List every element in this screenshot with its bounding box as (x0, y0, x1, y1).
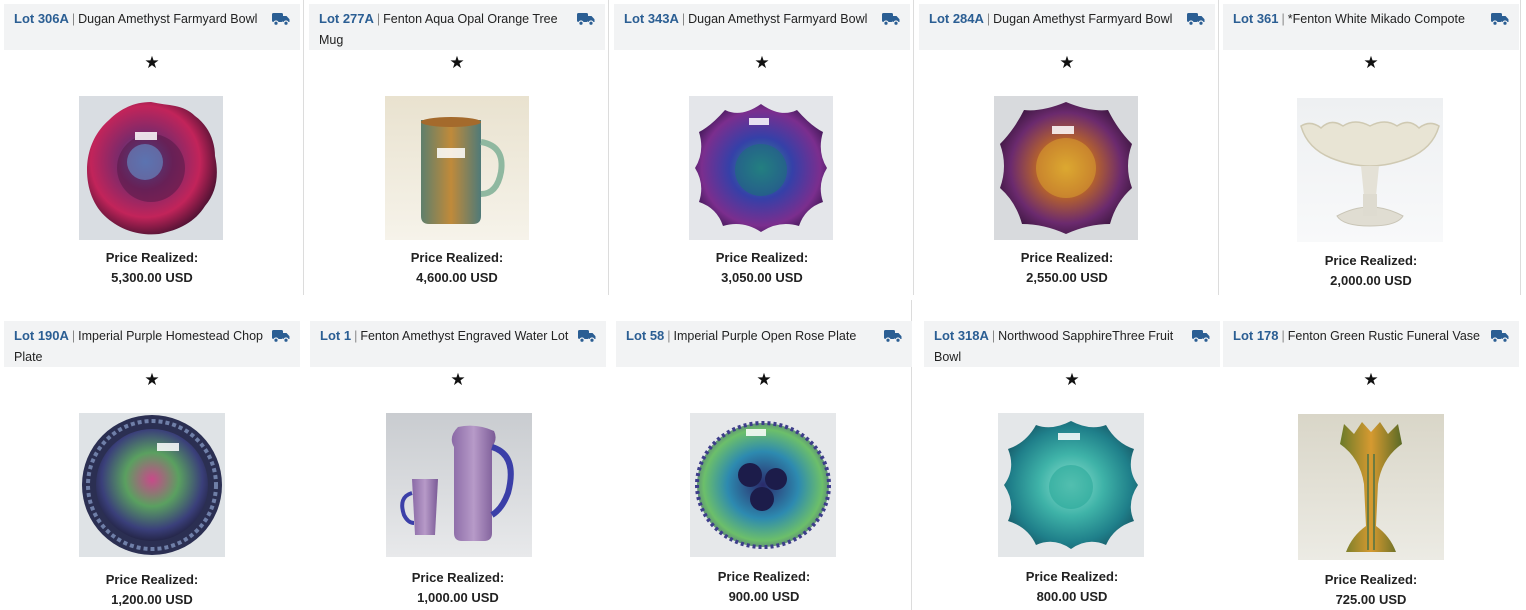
lot-title-link[interactable]: Dugan Amethyst Farmyard Bowl (993, 12, 1172, 26)
truck-icon[interactable] (272, 12, 290, 26)
price-label: Price Realized: (105, 572, 199, 587)
divider (1520, 0, 1521, 295)
lot-title-link[interactable]: Dugan Amethyst Farmyard Bowl (78, 12, 257, 26)
divider (303, 0, 304, 295)
star-icon[interactable]: ★ (919, 54, 1215, 72)
lot-number-link[interactable]: Lot 1 (320, 328, 351, 343)
amethyst-farmyard-bowl-photo[interactable] (994, 96, 1138, 240)
lot-number-link[interactable]: Lot 178 (1233, 328, 1279, 343)
truck-icon[interactable] (1192, 329, 1210, 343)
lot-header: Lot 318A | Northwood SapphireThree Fruit B… (924, 321, 1220, 367)
lot-number-link[interactable]: Lot 284A (929, 11, 984, 26)
price-value: 2,000.00 USD (1330, 273, 1412, 288)
price-value: 800.00 USD (1036, 589, 1108, 604)
star-icon[interactable]: ★ (1223, 371, 1519, 389)
truck-icon[interactable] (578, 329, 596, 343)
lot-number-link[interactable]: Lot 361 (1233, 11, 1279, 26)
price-label: Price Realized: (411, 570, 505, 585)
lot-number-link[interactable]: Lot 306A (14, 11, 69, 26)
amethyst-farmyard-bowl-photo[interactable] (689, 96, 833, 240)
price-label: Price Realized: (1324, 572, 1418, 587)
sapphire-bowl-photo[interactable] (998, 413, 1144, 557)
star-icon[interactable]: ★ (616, 371, 912, 389)
lot-header: Lot 58 | Imperial Purple Open Rose Plate (616, 321, 912, 367)
star-icon[interactable]: ★ (309, 54, 605, 72)
star-icon[interactable]: ★ (4, 371, 300, 389)
lot-header: Lot 361 | *Fenton White Mikado Compote (1223, 4, 1519, 50)
truck-icon[interactable] (272, 329, 290, 343)
lot-title-link[interactable]: Fenton Amethyst Engraved Water Lot (360, 329, 568, 343)
lot-header: Lot 1 | Fenton Amethyst Engraved Water Lot (310, 321, 606, 367)
lot-header: Lot 277A | Fenton Aqua Opal Orange Tree Mu… (309, 4, 605, 50)
lot-header: Lot 178 | Fenton Green Rustic Funeral Vase (1223, 321, 1519, 367)
price-value: 2,550.00 USD (1026, 270, 1108, 285)
price-value: 1,200.00 USD (111, 592, 193, 607)
aqua-opal-mug-photo[interactable] (385, 96, 529, 240)
white-compote-photo[interactable] (1297, 98, 1443, 242)
lot-number-link[interactable]: Lot 190A (14, 328, 69, 343)
lot-header: Lot 284A | Dugan Amethyst Farmyard Bowl (919, 4, 1215, 50)
divider (608, 0, 609, 295)
lot-number-link[interactable]: Lot 318A (934, 328, 989, 343)
price-label: Price Realized: (105, 250, 199, 265)
lot-header: Lot 343A | Dugan Amethyst Farmyard Bowl (614, 4, 910, 50)
price-label: Price Realized: (717, 569, 811, 584)
open-rose-plate-photo[interactable] (690, 413, 836, 557)
price-label: Price Realized: (1020, 250, 1114, 265)
truck-icon[interactable] (882, 12, 900, 26)
truck-icon[interactable] (1491, 329, 1509, 343)
lot-title-link[interactable]: *Fenton White Mikado Compote (1288, 12, 1465, 26)
purple-chop-plate-photo[interactable] (79, 413, 225, 557)
price-value: 1,000.00 USD (417, 590, 499, 605)
price-value: 5,300.00 USD (111, 270, 193, 285)
green-vase-photo[interactable] (1298, 414, 1444, 560)
star-icon[interactable]: ★ (4, 54, 300, 72)
truck-icon[interactable] (884, 329, 902, 343)
price-value: 725.00 USD (1335, 592, 1407, 607)
lot-title-link[interactable]: Fenton Green Rustic Funeral Vase (1288, 329, 1480, 343)
price-label: Price Realized: (410, 250, 504, 265)
price-label: Price Realized: (715, 250, 809, 265)
lot-title-link[interactable]: Imperial Purple Open Rose Plate (674, 329, 857, 343)
price-label: Price Realized: (1025, 569, 1119, 584)
lot-number-link[interactable]: Lot 58 (626, 328, 664, 343)
truck-icon[interactable] (1491, 12, 1509, 26)
price-label: Price Realized: (1324, 253, 1418, 268)
truck-icon[interactable] (1187, 12, 1205, 26)
lot-number-link[interactable]: Lot 343A (624, 11, 679, 26)
price-value: 4,600.00 USD (416, 270, 498, 285)
truck-icon[interactable] (577, 12, 595, 26)
lot-number-link[interactable]: Lot 277A (319, 11, 374, 26)
star-icon[interactable]: ★ (310, 371, 606, 389)
amethyst-farmyard-bowl-photo[interactable] (79, 96, 223, 240)
price-value: 900.00 USD (728, 589, 800, 604)
star-icon[interactable]: ★ (614, 54, 910, 72)
lot-header: Lot 306A | Dugan Amethyst Farmyard Bowl (4, 4, 300, 50)
lot-header: Lot 190A | Imperial Purple Homestead Chop … (4, 321, 300, 367)
star-icon[interactable]: ★ (1223, 54, 1519, 72)
star-icon[interactable]: ★ (924, 371, 1220, 389)
divider (913, 0, 914, 295)
divider (1218, 0, 1219, 295)
price-value: 3,050.00 USD (721, 270, 803, 285)
water-set-photo[interactable] (386, 413, 532, 557)
lot-title-link[interactable]: Dugan Amethyst Farmyard Bowl (688, 12, 867, 26)
